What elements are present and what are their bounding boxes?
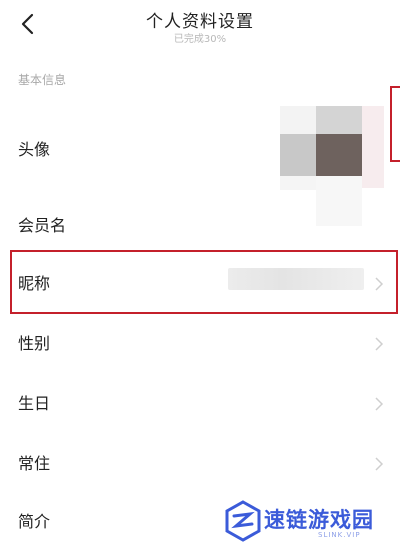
chevron-right-icon xyxy=(374,456,384,471)
row-label-gender: 性别 xyxy=(18,334,51,353)
row-birthday[interactable]: 生日 xyxy=(0,382,400,424)
chevron-right-icon xyxy=(374,396,384,411)
watermark: 速链游戏园 SLINK.VIP xyxy=(218,494,400,548)
profile-settings-page: 个人资料设置 已完成30% 基本信息 头像 会员名 昵称 性别 生日 常住 简介… xyxy=(0,0,400,548)
row-label-member-name: 会员名 xyxy=(18,216,67,235)
page-title: 个人资料设置 xyxy=(146,12,254,32)
row-label-residence: 常住 xyxy=(18,454,51,473)
row-label-avatar: 头像 xyxy=(18,140,51,159)
completion-status: 已完成30% xyxy=(173,34,227,45)
row-label-bio: 简介 xyxy=(18,512,51,531)
nickname-highlight-box xyxy=(10,250,398,314)
section-label-basic-info: 基本信息 xyxy=(18,73,67,87)
watermark-logo-icon xyxy=(225,500,261,542)
row-residence[interactable]: 常住 xyxy=(0,442,400,484)
header: 个人资料设置 已完成30% xyxy=(0,0,400,52)
row-gender[interactable]: 性别 xyxy=(0,322,400,364)
avatar-highlight-box xyxy=(390,86,400,162)
watermark-subtext: SLINK.VIP xyxy=(318,531,361,539)
watermark-text: 速链游戏园 xyxy=(264,508,374,532)
row-label-birthday: 生日 xyxy=(18,394,51,413)
chevron-right-icon xyxy=(374,336,384,351)
row-member-name[interactable]: 会员名 xyxy=(0,206,400,246)
